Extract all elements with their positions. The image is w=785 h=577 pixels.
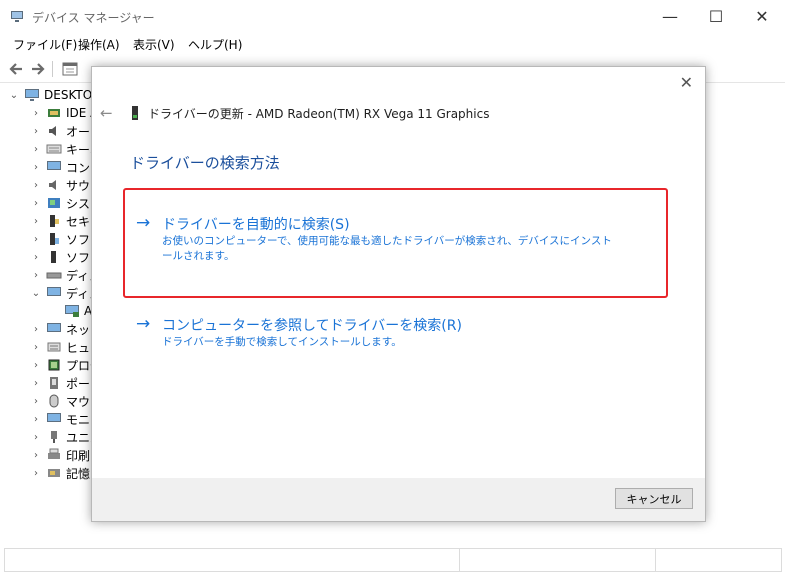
menu-help[interactable]: ヘルプ(H)	[188, 36, 242, 53]
device-icon	[132, 106, 138, 120]
chevron-right-icon[interactable]: ›	[30, 216, 42, 227]
chevron-right-icon[interactable]: ›	[30, 324, 42, 335]
forward-arrow-icon[interactable]	[29, 60, 47, 78]
chevron-right-icon[interactable]: ›	[30, 198, 42, 209]
chevron-down-icon[interactable]: ⌄	[30, 288, 42, 299]
arrow-right-icon: →	[136, 213, 151, 233]
tree-item-label: 記憶	[66, 466, 91, 481]
toolbar-separator	[52, 61, 53, 77]
close-button[interactable]: ✕	[739, 0, 785, 33]
audio-icon	[49, 126, 56, 136]
tree-item[interactable]: › IDE A	[30, 104, 98, 122]
browse-search-description: ドライバーを手動で検索してインストールします。	[162, 336, 402, 348]
tree-item[interactable]: › 記憶	[30, 464, 90, 482]
keyboard-icon	[46, 144, 62, 154]
maximize-button[interactable]: ☐	[693, 0, 739, 33]
menu-action[interactable]: 操作(A)	[78, 36, 120, 53]
software-device-icon	[51, 251, 56, 263]
chevron-right-icon[interactable]: ›	[30, 234, 42, 245]
display-adapter-icon	[47, 287, 61, 296]
chevron-right-icon[interactable]: ›	[30, 378, 42, 389]
chevron-right-icon[interactable]: ›	[30, 342, 42, 353]
hid-icon	[47, 342, 61, 352]
back-arrow-icon[interactable]: ←	[100, 104, 113, 122]
port-icon	[50, 377, 58, 389]
display-device-icon	[65, 305, 79, 317]
chevron-right-icon[interactable]: ›	[30, 108, 42, 119]
chevron-right-icon[interactable]: ›	[30, 180, 42, 191]
cancel-button[interactable]: キャンセル	[615, 488, 693, 509]
disk-drive-icon	[46, 272, 62, 279]
chevron-right-icon[interactable]: ›	[30, 144, 42, 155]
arrow-right-icon: →	[136, 314, 151, 334]
dialog-close-button[interactable]: ✕	[680, 73, 693, 92]
chevron-right-icon[interactable]: ›	[30, 432, 42, 443]
tree-root[interactable]: ⌄ DESKTOP	[8, 86, 100, 104]
tree-item[interactable]: › 印刷	[30, 446, 90, 464]
tree-item[interactable]: A	[60, 302, 92, 320]
system-icon	[48, 198, 60, 208]
chevron-right-icon[interactable]: ›	[30, 270, 42, 281]
tree-item-label: 印刷	[66, 448, 91, 463]
update-driver-dialog: ✕ ← ドライバーの更新 - AMD Radeon(TM) RX Vega 11…	[91, 66, 706, 522]
chevron-right-icon[interactable]: ›	[30, 126, 42, 137]
window-title: デバイス マネージャー	[32, 11, 155, 25]
software-component-icon	[50, 233, 59, 245]
chevron-right-icon[interactable]: ›	[30, 252, 42, 263]
menu-bar: ファイル(F) 操作(A) 表示(V) ヘルプ(H)	[0, 33, 785, 55]
browse-search-title[interactable]: コンピューターを参照してドライバーを検索(R)	[162, 315, 462, 335]
chevron-right-icon[interactable]: ›	[30, 468, 42, 479]
properties-icon[interactable]	[61, 60, 79, 78]
security-icon	[50, 215, 59, 227]
menu-file[interactable]: ファイル(F)	[13, 36, 77, 53]
mouse-icon	[49, 394, 59, 408]
status-separator	[459, 549, 460, 571]
dialog-header-title: ドライバーの更新 - AMD Radeon(TM) RX Vega 11 Gra…	[148, 107, 490, 121]
monitor-icon	[47, 413, 61, 422]
minimize-button[interactable]: —	[647, 0, 693, 33]
dialog-footer: キャンセル	[92, 478, 705, 521]
chevron-right-icon[interactable]: ›	[30, 450, 42, 461]
printer-icon	[48, 448, 60, 459]
usb-icon	[51, 431, 57, 443]
chevron-right-icon[interactable]: ›	[30, 162, 42, 173]
processor-icon	[48, 359, 60, 371]
status-separator	[655, 549, 656, 571]
device-manager-icon	[11, 11, 23, 22]
computer-icon	[47, 161, 61, 170]
back-arrow-icon[interactable]	[7, 60, 25, 78]
chevron-right-icon[interactable]: ›	[30, 396, 42, 407]
title-bar: デバイス マネージャー — ☐ ✕	[0, 0, 785, 33]
chevron-right-icon[interactable]: ›	[30, 414, 42, 425]
auto-search-description: お使いのコンピューターで、使用可能な最も適したドライバーが検索され、デバイスにイ…	[162, 235, 612, 262]
storage-icon	[48, 469, 60, 477]
auto-search-title[interactable]: ドライバーを自動的に検索(S)	[162, 214, 350, 234]
chevron-down-icon[interactable]: ⌄	[8, 90, 20, 101]
auto-search-option[interactable]: → ドライバーを自動的に検索(S) お使いのコンピューターで、使用可能な最も適し…	[136, 213, 636, 269]
chevron-right-icon[interactable]: ›	[30, 360, 42, 371]
computer-icon	[25, 89, 39, 101]
browse-search-option[interactable]: → コンピューターを参照してドライバーを検索(R) ドライバーを手動で検索してイ…	[136, 314, 636, 354]
network-icon	[47, 323, 61, 332]
ide-controller-icon	[48, 109, 60, 117]
sound-icon	[49, 180, 56, 190]
dialog-heading: ドライバーの検索方法	[130, 154, 280, 172]
menu-view[interactable]: 表示(V)	[133, 36, 175, 53]
status-bar	[4, 548, 782, 572]
